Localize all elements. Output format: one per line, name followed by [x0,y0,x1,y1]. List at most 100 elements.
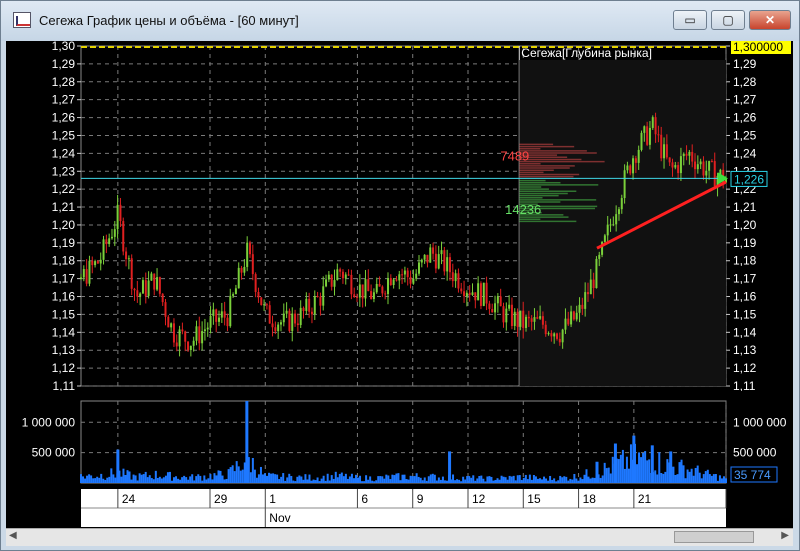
candle-body [448,257,451,273]
candle-body [282,313,285,323]
candle-body [277,324,280,332]
candle-body [392,279,395,286]
y-tick-label-left: 1,11 [53,379,76,391]
y-tick-label-right: 1,24 [733,146,757,160]
candle-body [708,161,711,171]
candle-body [502,306,505,323]
candle-body [519,310,522,327]
candle-body [513,311,516,326]
volume-tick-label-left: 1 000 000 [22,415,76,429]
candle-body [479,283,482,306]
candle-body [237,267,240,289]
maximize-button[interactable]: ▢ [711,10,745,30]
candle-body [564,318,567,330]
candle-body [603,235,606,242]
candle-body [474,292,477,301]
price-chart[interactable]: 1,301,301,291,291,281,281,271,271,261,26… [6,41,793,391]
candle-body [110,236,113,239]
candle-body [648,127,651,145]
candle-body [694,161,697,170]
candle-body [319,296,322,306]
candle-body [201,331,204,344]
candle-body [668,157,671,163]
candle-body [598,254,601,259]
y-tick-label-right: 1,19 [733,236,757,250]
candle-body [288,310,291,331]
scroll-right-icon[interactable]: ▶ [781,530,789,541]
candle-body [339,269,342,272]
candle-body [460,288,463,292]
candle-body [536,317,539,319]
y-tick-label-left: 1,14 [52,325,76,339]
candle-body [234,288,237,295]
candle-body [184,331,187,342]
candle-body [620,198,623,210]
y-tick-label-right: 1,15 [733,307,757,321]
y-tick-label-right: 1,27 [733,93,757,107]
candle-body [482,282,485,306]
last-price-label: 1,226 [734,172,764,186]
candle-body [178,329,181,347]
candle-body [116,204,119,230]
candle-body [322,286,325,306]
scroll-thumb[interactable] [674,531,754,543]
candle-body [646,126,649,145]
candle-body [119,204,122,222]
candle-body [533,317,536,322]
candle-body [575,312,578,320]
candle-body [496,296,499,304]
candle-body [429,247,432,263]
minimize-icon: ▭ [684,13,696,27]
horizontal-scrollbar[interactable]: ◀ ▶ [6,528,793,546]
chart-icon [13,12,31,28]
candle-body [367,279,370,292]
chart-window: Сегежа График цены и объёма - [60 минут]… [0,0,800,551]
candle-body [584,292,587,309]
y-tick-label-left: 1,18 [52,254,76,268]
candle-body [175,342,178,347]
title-bar[interactable]: Сегежа График цены и объёма - [60 минут]… [1,1,799,41]
y-tick-label-left: 1,16 [52,290,76,304]
candle-body [415,273,418,279]
candle-body [640,132,643,150]
candle-body [541,316,544,325]
candle-body [671,162,674,168]
candle-body [330,274,333,287]
candle-body [353,294,356,297]
candle-body [595,258,598,289]
candle-body [122,221,125,252]
candle-body [347,274,350,276]
candle-body [302,307,305,311]
candle-body [530,318,533,322]
y-tick-label-left: 1,30 [52,41,76,53]
candle-body [457,273,460,289]
candle-body [401,274,404,276]
candle-body [710,161,713,163]
candle-body [212,309,215,316]
candle-body [398,274,401,281]
scroll-left-icon[interactable]: ◀ [9,530,17,541]
candle-body [384,293,387,295]
candle-body [477,283,480,301]
candle-body [468,292,471,295]
candle-body [688,151,691,156]
y-tick-label-right: 1,17 [733,272,757,286]
date-axis: 24 29 1 6 9 12 15 18 21 26 Nov [81,489,744,527]
candle-body [198,326,201,344]
candle-body [113,229,116,237]
minimize-button[interactable]: ▭ [673,10,707,30]
candle-body [550,333,553,337]
chart-panel[interactable]: 1,301,301,291,291,281,281,271,271,261,26… [6,41,793,528]
close-button[interactable]: ✕ [749,10,791,30]
candle-body [589,279,592,295]
candle-body [189,345,192,350]
month-label: Nov [269,511,290,525]
candle-body [378,283,381,287]
volume-chart[interactable]: 1 000 000 1 000 000 500 000 500 000 35 774 [6,398,793,488]
candle-body [263,304,266,306]
candle-body [454,273,457,282]
date-tick-label: 24 [122,492,136,506]
candle-body [161,293,164,303]
candle-body [682,153,685,157]
candle-body [274,327,277,332]
